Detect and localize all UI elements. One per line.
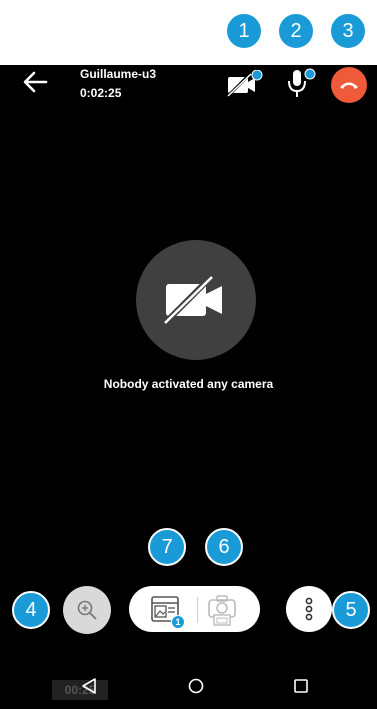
callout-2: 2 — [277, 12, 315, 50]
microphone-icon — [288, 68, 316, 97]
nav-home-button[interactable] — [187, 677, 205, 700]
zoom-button[interactable] — [63, 586, 111, 634]
zoom-in-icon — [77, 600, 97, 620]
back-button[interactable] — [22, 70, 48, 94]
no-camera-message: Nobody activated any camera — [103, 377, 274, 391]
callout-7: 7 — [148, 528, 186, 566]
no-camera-indicator — [136, 240, 256, 360]
camera-snapshot-icon — [208, 595, 236, 626]
microphone-button[interactable] — [284, 66, 318, 100]
more-vertical-icon — [305, 597, 313, 621]
snapshot-button[interactable] — [207, 593, 239, 627]
nav-back-icon — [82, 678, 96, 694]
nav-recents-icon — [294, 679, 308, 693]
phone-hangup-icon — [340, 82, 358, 89]
arrow-left-icon — [23, 71, 48, 93]
more-options-button[interactable] — [286, 586, 332, 632]
contact-name: Guillaume-u3 — [80, 67, 157, 81]
callout-6: 6 — [205, 528, 243, 566]
camera-toggle-button[interactable] — [225, 69, 265, 100]
callout-5: 5 — [332, 591, 370, 629]
camera-off-icon — [225, 69, 263, 99]
call-timer: 0:02:25 — [80, 86, 122, 100]
callout-3: 3 — [329, 12, 367, 50]
nav-recents-button[interactable] — [292, 677, 310, 700]
media-actions-pill — [129, 586, 260, 632]
callout-1: 1 — [225, 12, 263, 50]
gallery-count-badge: 1 — [171, 615, 185, 629]
callout-4: 4 — [12, 591, 50, 629]
nav-home-icon — [188, 678, 204, 694]
nav-back-button[interactable] — [80, 677, 98, 700]
camera-off-icon — [162, 274, 222, 326]
pill-divider — [197, 597, 198, 623]
hang-up-button[interactable] — [331, 67, 367, 103]
